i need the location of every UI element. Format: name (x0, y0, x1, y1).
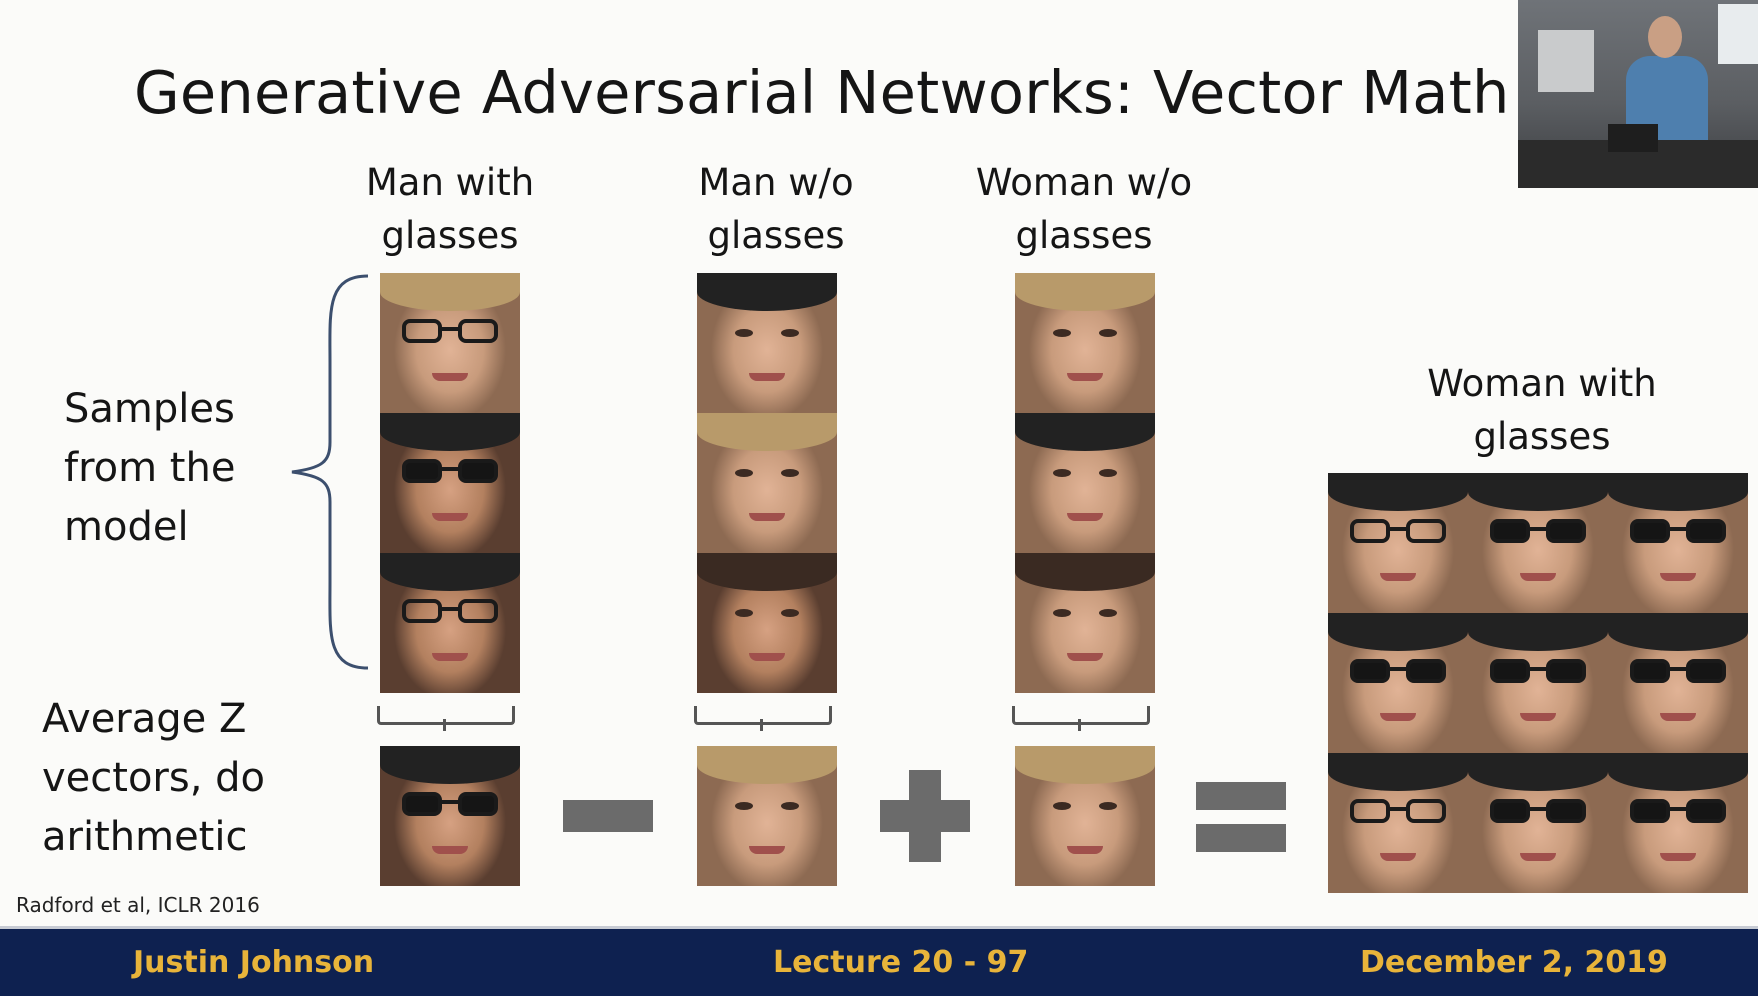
column-label-woman-without-glasses: Woman w/o glasses (975, 161, 1193, 257)
footer-bar: Justin Johnson Lecture 20 - 97 December … (0, 926, 1758, 996)
sample-woman-no-glasses-1 (1015, 273, 1155, 413)
plus-sign-vertical (909, 770, 941, 862)
footer-author: Justin Johnson (133, 945, 375, 980)
underbrace-column-3 (1012, 706, 1150, 731)
result-woman-glasses-1 (1328, 473, 1468, 613)
result-woman-glasses-6 (1608, 613, 1748, 753)
result-woman-glasses-5 (1468, 613, 1608, 753)
sample-man-glasses-2 (380, 413, 520, 553)
average-man-with-glasses (380, 746, 520, 886)
equals-sign-top (1196, 782, 1286, 810)
sample-man-no-glasses-3 (697, 553, 837, 693)
column-label-man-with-glasses: Man with glasses (365, 161, 535, 257)
equals-sign-bottom (1196, 824, 1286, 852)
webcam-laptop (1608, 124, 1658, 152)
sample-woman-no-glasses-3 (1015, 553, 1155, 693)
underbrace-column-1 (377, 706, 515, 731)
result-woman-glasses-4 (1328, 613, 1468, 753)
minus-sign (563, 800, 653, 832)
average-woman-without-glasses (1015, 746, 1155, 886)
average-man-without-glasses (697, 746, 837, 886)
result-woman-glasses-2 (1468, 473, 1608, 613)
slide-title: Generative Adversarial Networks: Vector … (134, 58, 1510, 127)
result-woman-glasses-7 (1328, 753, 1468, 893)
left-curly-brace (291, 274, 369, 670)
webcam-screen (1718, 4, 1758, 64)
webcam-inset (1518, 0, 1758, 188)
slide: Generative Adversarial Networks: Vector … (0, 0, 1758, 996)
sample-man-no-glasses-1 (697, 273, 837, 413)
result-woman-glasses-9 (1608, 753, 1748, 893)
sample-woman-no-glasses-2 (1015, 413, 1155, 553)
underbrace-column-2 (694, 706, 832, 731)
column-label-man-without-glasses: Man w/o glasses (698, 161, 854, 257)
sample-man-glasses-3 (380, 553, 520, 693)
webcam-whiteboard (1538, 30, 1594, 92)
result-woman-glasses-3 (1608, 473, 1748, 613)
footer-date: December 2, 2019 (1360, 945, 1668, 980)
footer-lecture: Lecture 20 - 97 (773, 945, 1029, 980)
column-label-woman-with-glasses: Woman with glasses (1427, 362, 1657, 458)
citation: Radford et al, ICLR 2016 (16, 893, 260, 917)
webcam-presenter-head (1648, 16, 1682, 58)
result-woman-glasses-8 (1468, 753, 1608, 893)
sample-man-glasses-1 (380, 273, 520, 413)
samples-label: Samples from the model (64, 386, 236, 550)
sample-man-no-glasses-2 (697, 413, 837, 553)
average-label: Average Z vectors, do arithmetic (42, 696, 266, 860)
